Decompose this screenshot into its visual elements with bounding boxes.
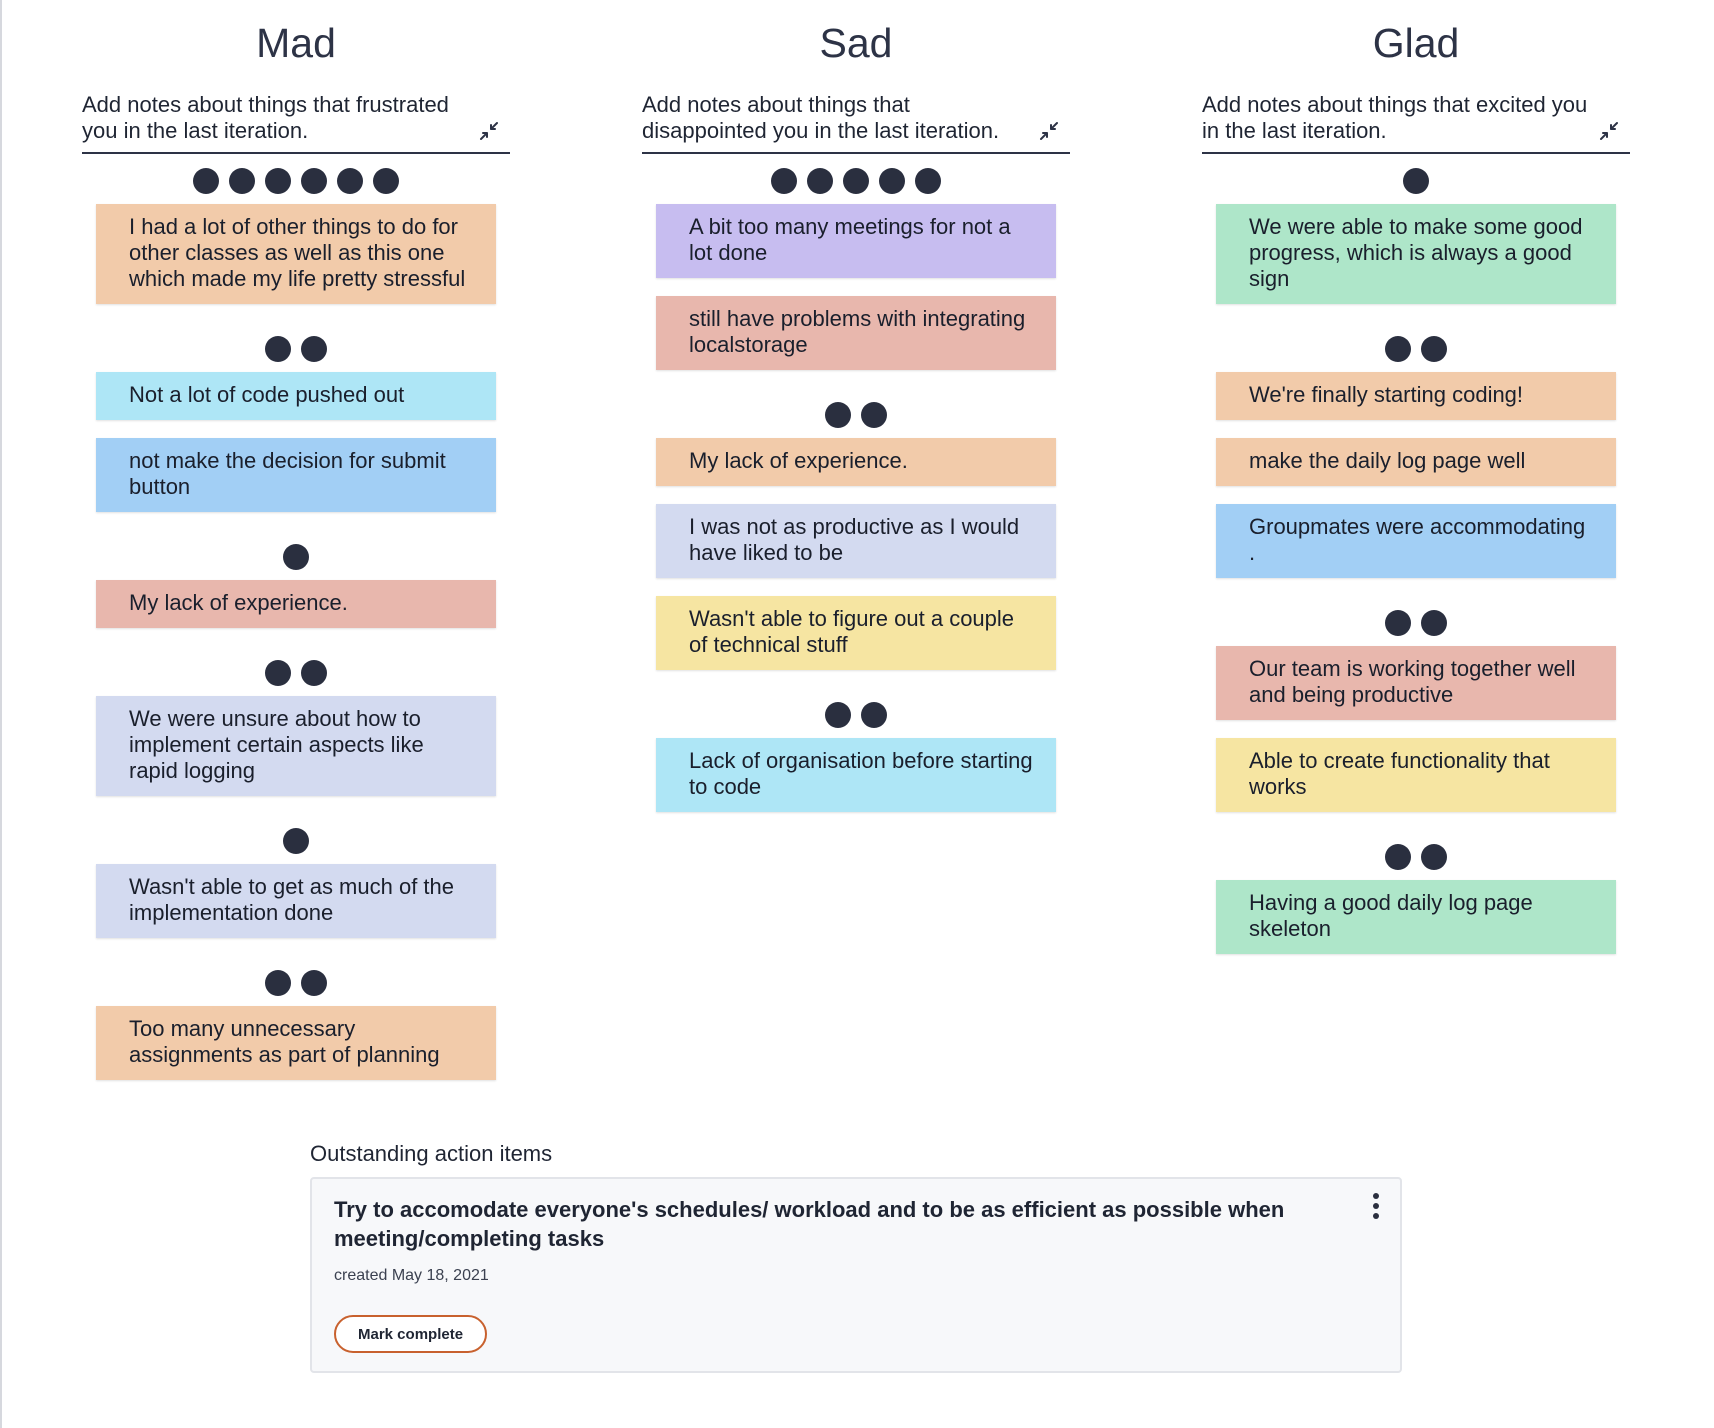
sticky-note[interactable]: Groupmates were accommodating . [1216,504,1616,578]
vote-dot [861,702,887,728]
vote-dot [1421,844,1447,870]
vote-dot [915,168,941,194]
column-cards: I had a lot of other things to do for ot… [82,154,510,1080]
vote-dot [861,402,887,428]
sticky-note[interactable]: We're finally starting coding! [1216,372,1616,420]
vote-dot [337,168,363,194]
column-description: Add notes about things that excited you … [1202,92,1630,154]
vote-dots [96,154,496,204]
vote-dots [656,154,1056,204]
sticky-note[interactable]: Our team is working together well and be… [1216,646,1616,720]
kebab-dot [1373,1203,1379,1209]
vote-dots [96,814,496,864]
sticky-note[interactable]: still have problems with integrating loc… [656,296,1056,370]
vote-dots [96,530,496,580]
sticky-note[interactable]: I had a lot of other things to do for ot… [96,204,496,304]
sticky-note[interactable]: My lack of experience. [96,580,496,628]
sticky-note[interactable]: We were unsure about how to implement ce… [96,696,496,796]
column-description-text: Add notes about things that disappointed… [642,92,1000,143]
sticky-note[interactable]: Having a good daily log page skeleton [1216,880,1616,954]
vote-dot [373,168,399,194]
vote-dot [283,544,309,570]
collapse-arrows-icon[interactable] [478,120,500,142]
column-title: Sad [819,20,893,66]
vote-dots [1216,322,1616,372]
vote-dot [1421,610,1447,636]
actions-title: Outstanding action items [310,1141,553,1166]
left-border [0,0,2,1428]
column-description: Add notes about things that frustrated y… [82,92,510,154]
vote-dot [301,660,327,686]
vote-dot [265,336,291,362]
vote-dot [843,168,869,194]
vote-dot [265,970,291,996]
action-item-text: Try to accomodate everyone's schedules/ … [334,1197,1285,1251]
vote-dots [1216,154,1616,204]
sticky-note[interactable]: Lack of organisation before starting to … [656,738,1056,812]
sticky-note[interactable]: Too many unnecessary assignments as part… [96,1006,496,1080]
vote-dot [771,168,797,194]
column-description-text: Add notes about things that frustrated y… [82,92,449,143]
retro-columns: Mad Add notes about things that frustrat… [82,18,1630,1098]
column-cards: We were able to make some good progress,… [1202,154,1630,954]
column-glad: Glad Add notes about things that excited… [1202,18,1630,1098]
action-item-created-date: created May 18, 2021 [334,1267,489,1284]
vote-dots [656,688,1056,738]
vote-dots [1216,830,1616,880]
collapse-arrows-icon[interactable] [1038,120,1060,142]
vote-dots [96,322,496,372]
vote-dots [96,956,496,1006]
column-title: Mad [256,20,336,66]
vote-dot [807,168,833,194]
vote-dot [825,402,851,428]
vote-dot [265,660,291,686]
mark-complete-button[interactable]: Mark complete [334,1315,488,1353]
outstanding-action-items: Outstanding action items Try to accomoda… [310,1140,1402,1373]
action-item-card: Try to accomodate everyone's schedules/ … [310,1177,1402,1373]
vote-dot [229,168,255,194]
sticky-note[interactable]: Not a lot of code pushed out [96,372,496,420]
kebab-menu-icon[interactable] [1372,1193,1380,1219]
column-title: Glad [1372,20,1460,66]
column-cards: A bit too many meetings for not a lot do… [642,154,1070,812]
sticky-note[interactable]: make the daily log page well [1216,438,1616,486]
vote-dots [1216,596,1616,646]
vote-dot [1385,336,1411,362]
sticky-note[interactable]: Wasn't able to get as much of the implem… [96,864,496,938]
kebab-dot [1373,1213,1379,1219]
column-mad: Mad Add notes about things that frustrat… [82,18,510,1098]
vote-dots [96,646,496,696]
column-description: Add notes about things that disappointed… [642,92,1070,154]
vote-dot [825,702,851,728]
vote-dot [265,168,291,194]
vote-dot [879,168,905,194]
vote-dot [301,970,327,996]
sticky-note[interactable]: A bit too many meetings for not a lot do… [656,204,1056,278]
vote-dot [1421,336,1447,362]
sticky-note[interactable]: Wasn't able to figure out a couple of te… [656,596,1056,670]
column-sad: Sad Add notes about things that disappoi… [642,18,1070,1098]
vote-dot [193,168,219,194]
vote-dot [1385,844,1411,870]
vote-dot [1403,168,1429,194]
kebab-dot [1373,1193,1379,1199]
vote-dot [301,336,327,362]
sticky-note[interactable]: not make the decision for submit button [96,438,496,512]
sticky-note[interactable]: I was not as productive as I would have … [656,504,1056,578]
sticky-note[interactable]: We were able to make some good progress,… [1216,204,1616,304]
vote-dot [301,168,327,194]
vote-dot [283,828,309,854]
sticky-note[interactable]: Able to create functionality that works [1216,738,1616,812]
vote-dot [1385,610,1411,636]
collapse-arrows-icon[interactable] [1598,120,1620,142]
column-description-text: Add notes about things that excited you … [1202,92,1588,143]
vote-dots [656,388,1056,438]
sticky-note[interactable]: My lack of experience. [656,438,1056,486]
